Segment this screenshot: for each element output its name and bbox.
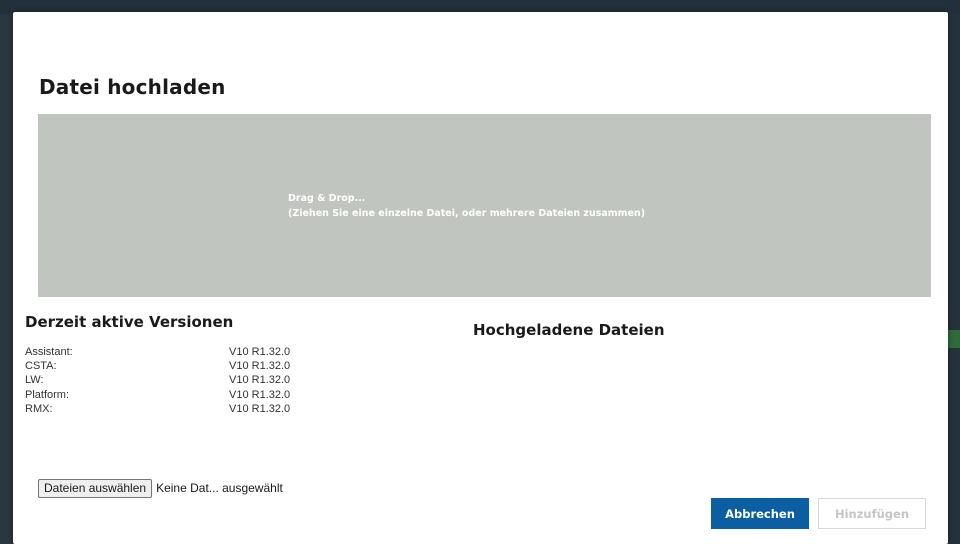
background-accent bbox=[948, 330, 960, 348]
version-row-rmx: RMX: V10 R1.32.0 bbox=[25, 402, 345, 416]
file-picker-status: Keine Dat... ausgewählt bbox=[156, 481, 283, 495]
version-name: Platform: bbox=[25, 388, 70, 401]
version-name: CSTA: bbox=[25, 360, 57, 373]
drop-zone[interactable]: Drag & Drop... (Ziehen Sie eine einzelne… bbox=[38, 114, 931, 297]
version-name: RMX: bbox=[25, 402, 53, 415]
cancel-button[interactable]: Abbrechen bbox=[711, 498, 809, 529]
version-value: V10 R1.32.0 bbox=[229, 360, 291, 373]
version-row-lw: LW: V10 R1.32.0 bbox=[25, 373, 345, 387]
file-picker[interactable]: Dateien auswählen Keine Dat... ausgewähl… bbox=[38, 478, 283, 498]
version-value: V10 R1.32.0 bbox=[229, 402, 291, 415]
drop-zone-line-1: Drag & Drop... bbox=[288, 193, 366, 204]
active-versions-list: Assistant: V10 R1.32.0 CSTA: V10 R1.32.0… bbox=[25, 345, 345, 416]
version-row-assistant: Assistant: V10 R1.32.0 bbox=[25, 345, 345, 359]
version-row-platform: Platform: V10 R1.32.0 bbox=[25, 388, 345, 402]
version-value: V10 R1.32.0 bbox=[229, 388, 291, 401]
upload-dialog: Datei hochladen Drag & Drop... (Ziehen S… bbox=[13, 12, 948, 544]
drop-zone-line-2: (Ziehen Sie eine einzelne Datei, oder me… bbox=[288, 208, 646, 219]
background-right-strip bbox=[948, 14, 960, 544]
version-name: LW: bbox=[25, 374, 44, 387]
version-value: V10 R1.32.0 bbox=[229, 374, 291, 387]
version-name: Assistant: bbox=[25, 346, 73, 358]
add-button[interactable]: Hinzufügen bbox=[818, 498, 926, 529]
choose-files-button[interactable]: Dateien auswählen bbox=[38, 478, 153, 498]
version-row-csta: CSTA: V10 R1.32.0 bbox=[25, 359, 345, 373]
dialog-title: Datei hochladen bbox=[39, 75, 226, 99]
version-value: V10 R1.32.0 bbox=[229, 346, 291, 358]
drop-zone-text: Drag & Drop... (Ziehen Sie eine einzelne… bbox=[288, 191, 645, 221]
active-versions-title: Derzeit aktive Versionen bbox=[25, 313, 234, 331]
uploaded-files-title: Hochgeladene Dateien bbox=[473, 321, 665, 339]
